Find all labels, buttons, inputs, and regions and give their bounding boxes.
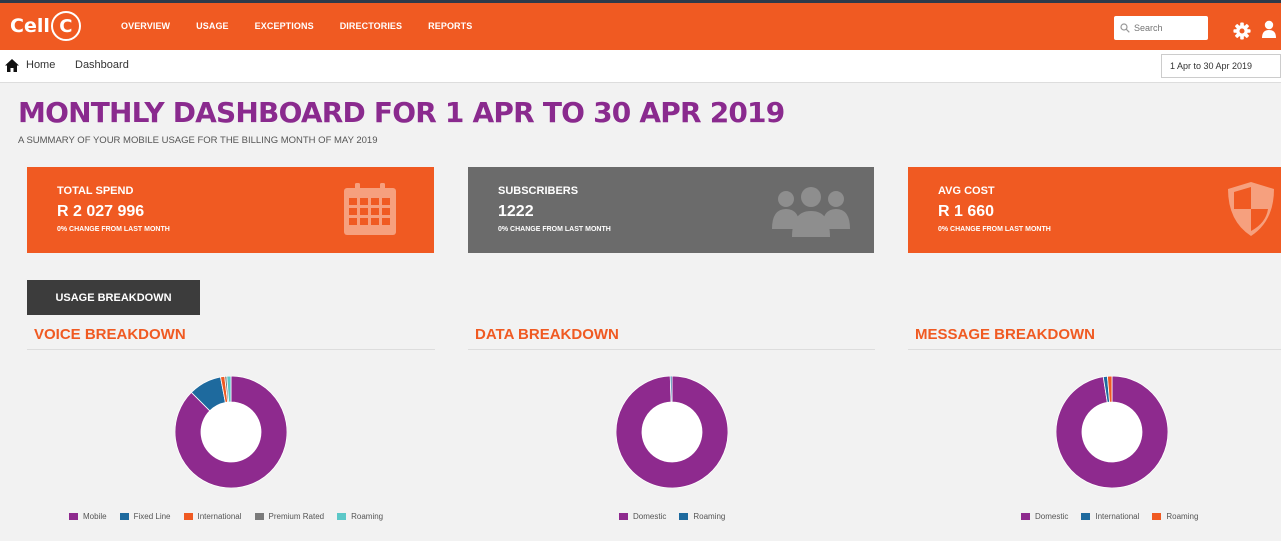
card-label: TOTAL SPEND — [57, 185, 134, 197]
card-label: AVG COST — [938, 185, 995, 197]
legend-swatch — [1152, 513, 1162, 520]
data-legend: Domestic Roaming — [619, 512, 738, 521]
legend-label: Roaming — [1166, 512, 1199, 521]
logo-text: Cell — [10, 15, 50, 37]
logo-c-mark: C — [50, 11, 81, 41]
legend-label: Mobile — [83, 512, 107, 521]
legend-label: Domestic — [633, 512, 667, 521]
legend-item-roaming[interactable]: Roaming — [679, 512, 725, 521]
nav-directories[interactable]: DIRECTORIES — [340, 21, 402, 31]
legend-item-roaming[interactable]: Roaming — [1152, 512, 1198, 521]
home-icon[interactable] — [5, 59, 19, 72]
legend-label: Roaming — [351, 512, 384, 521]
page-title: MONTHLY DASHBOARD FOR 1 APR TO 30 APR 20… — [18, 96, 785, 129]
card-label: SUBSCRIBERS — [498, 185, 579, 197]
total-spend-card: TOTAL SPEND R 2 027 996 0% CHANGE FROM L… — [27, 167, 434, 253]
nav-overview[interactable]: OVERVIEW — [121, 21, 170, 31]
breadcrumb-home[interactable]: Home — [26, 59, 55, 71]
legend-label: International — [197, 512, 242, 521]
data-donut-chart — [616, 376, 728, 488]
card-change: 0% CHANGE FROM LAST MONTH — [498, 226, 611, 233]
card-value: R 1 660 — [938, 203, 995, 220]
legend-item-premium-rated[interactable]: Premium Rated — [254, 512, 325, 521]
legend-item-international[interactable]: International — [183, 512, 242, 521]
main-nav: OVERVIEW USAGE EXCEPTIONS DIRECTORIES RE… — [121, 21, 498, 31]
voice-breakdown-title: VOICE BREAKDOWN — [34, 326, 186, 343]
legend-swatch — [183, 513, 193, 520]
legend-swatch — [119, 513, 129, 520]
card-change: 0% CHANGE FROM LAST MONTH — [57, 226, 170, 233]
voice-donut-chart — [175, 376, 287, 488]
legend-swatch — [1081, 513, 1091, 520]
legend-item-domestic[interactable]: Domestic — [619, 512, 666, 521]
legend-item-mobile[interactable]: Mobile — [69, 512, 107, 521]
page-subtitle: A SUMMARY OF YOUR MOBILE USAGE FOR THE B… — [18, 135, 378, 146]
nav-exceptions[interactable]: EXCEPTIONS — [255, 21, 314, 31]
card-change: 0% CHANGE FROM LAST MONTH — [938, 226, 1051, 233]
gear-icon[interactable] — [1233, 22, 1251, 40]
data-breakdown-title: DATA BREAKDOWN — [475, 326, 619, 343]
date-range-picker[interactable]: 1 Apr to 30 Apr 2019 — [1161, 54, 1281, 78]
nav-usage[interactable]: USAGE — [196, 21, 229, 31]
subscribers-card: SUBSCRIBERS 1222 0% CHANGE FROM LAST MON… — [468, 167, 874, 253]
users-icon — [772, 187, 850, 237]
cellc-logo[interactable]: Cell C — [10, 9, 81, 43]
donut-hole — [201, 402, 261, 462]
card-value: R 2 027 996 — [57, 203, 145, 220]
shield-icon — [1228, 182, 1274, 236]
legend-item-fixed-line[interactable]: Fixed Line — [119, 512, 171, 521]
message-breakdown-title: MESSAGE BREAKDOWN — [915, 326, 1096, 343]
nav-reports[interactable]: REPORTS — [428, 21, 472, 31]
legend-swatch — [69, 513, 78, 520]
usage-breakdown-button[interactable]: USAGE BREAKDOWN — [27, 280, 200, 315]
legend-swatch — [679, 513, 689, 520]
donut-hole — [642, 402, 702, 462]
section-divider — [908, 349, 1281, 350]
card-value: 1222 — [498, 203, 534, 220]
voice-legend: Mobile Fixed Line International Premium Rat… — [69, 512, 396, 521]
section-divider — [27, 349, 435, 350]
legend-item-roaming[interactable]: Roaming — [337, 512, 383, 521]
breadcrumb: Home Dashboard — [0, 50, 1281, 83]
message-donut-chart — [1056, 376, 1168, 488]
legend-label: Roaming — [693, 512, 726, 521]
avg-cost-card: AVG COST R 1 660 0% CHANGE FROM LAST MON… — [908, 167, 1281, 253]
legend-swatch — [254, 513, 264, 520]
legend-item-domestic[interactable]: Domestic — [1021, 512, 1068, 521]
message-legend: Domestic International Roaming — [1021, 512, 1211, 521]
donut-hole — [1082, 402, 1142, 462]
legend-label: International — [1095, 512, 1140, 521]
legend-label: Domestic — [1035, 512, 1069, 521]
calendar-icon — [344, 183, 396, 235]
search-icon — [1120, 23, 1130, 33]
top-navbar: Cell C OVERVIEW USAGE EXCEPTIONS DIRECTO… — [0, 0, 1281, 50]
breadcrumb-dashboard: Dashboard — [75, 59, 129, 71]
legend-swatch — [337, 513, 347, 520]
legend-label: Premium Rated — [268, 512, 325, 521]
search-input[interactable] — [1134, 23, 1208, 33]
user-icon[interactable] — [1262, 20, 1276, 38]
legend-item-international[interactable]: International — [1081, 512, 1139, 521]
legend-label: Fixed Line — [133, 512, 171, 521]
legend-swatch — [619, 513, 628, 520]
search-box[interactable] — [1114, 16, 1208, 40]
legend-swatch — [1021, 513, 1030, 520]
section-divider — [468, 349, 875, 350]
